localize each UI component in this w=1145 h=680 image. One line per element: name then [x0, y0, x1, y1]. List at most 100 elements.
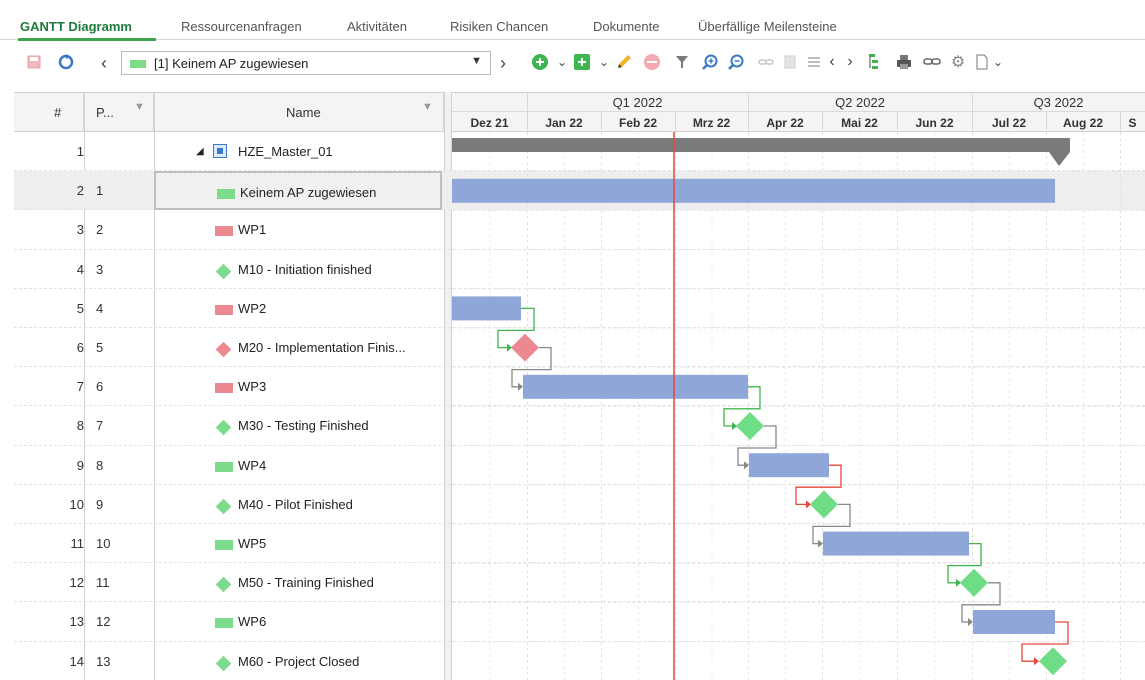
month-divider: [822, 112, 823, 132]
task-bar[interactable]: [973, 610, 1055, 634]
name-cell[interactable]: WP2: [154, 289, 442, 328]
name-cell[interactable]: Keinem AP zugewiesen: [154, 171, 442, 211]
tab-aktivitaeten[interactable]: Aktivitäten: [347, 19, 407, 34]
milestone-green-icon: [215, 655, 232, 671]
month-divider: [1120, 112, 1121, 132]
tab-bar: GANTT Diagramm Ressourcenanfragen Aktivi…: [0, 0, 1145, 41]
name-cell[interactable]: M40 - Pilot Finished: [154, 485, 442, 524]
milestone-green-icon: [215, 576, 232, 593]
summary-end-marker[interactable]: [1049, 152, 1070, 166]
column-header-p[interactable]: P... ▼: [84, 93, 154, 132]
task-name: WP2: [238, 300, 267, 316]
hierarchy-icon[interactable]: [864, 52, 884, 72]
month-label: Apr 22: [766, 116, 804, 130]
zoom-out-icon[interactable]: [726, 52, 746, 72]
task-name: HZE_Master_01: [238, 144, 333, 159]
summary-bar[interactable]: [452, 138, 1070, 152]
milestone-diamond[interactable]: [960, 568, 988, 597]
milestone-diamond[interactable]: [810, 490, 838, 519]
column-header-name[interactable]: Name ▼: [154, 93, 444, 132]
indent-icon[interactable]: [804, 52, 824, 72]
gantt-chart-area[interactable]: [452, 132, 1145, 680]
month-divider: [675, 112, 676, 132]
tab-ueberfaellige-meilensteine[interactable]: Überfällige Meilensteine: [698, 19, 837, 34]
task-bar[interactable]: [523, 374, 748, 399]
link-icon[interactable]: [756, 52, 776, 72]
row-number: 6: [76, 340, 84, 355]
name-cell[interactable]: WP4: [154, 446, 442, 485]
timeline-month-header: Dez 21 Jan 22 Feb 22 Mrz 22 Apr 22 Mai 22 Jun …: [452, 112, 1145, 132]
refresh-icon[interactable]: [56, 52, 76, 72]
task-red-icon: [215, 304, 233, 315]
milestone-diamond[interactable]: [736, 412, 764, 440]
column-header-number[interactable]: #: [14, 93, 84, 132]
add-square-icon[interactable]: [572, 52, 592, 72]
task-bar[interactable]: [452, 296, 521, 321]
name-cell[interactable]: WP3: [154, 367, 442, 406]
task-name: M10 - Initiation finished: [238, 261, 372, 277]
row-number: 12: [69, 575, 84, 591]
name-cell[interactable]: M30 - Testing Finished: [154, 406, 442, 445]
task-name: WP5: [238, 536, 267, 551]
column-header-p-label: P...: [96, 105, 114, 120]
name-cell[interactable]: WP5: [154, 524, 442, 563]
collapse-triangle-icon[interactable]: ◢: [196, 146, 204, 157]
name-cell[interactable]: ◢ HZE_Master_01: [154, 132, 442, 171]
remove-icon[interactable]: [642, 52, 662, 72]
task-name: M40 - Pilot Finished: [238, 496, 353, 512]
next-button[interactable]: ›: [500, 53, 506, 74]
column-header-number-label: #: [54, 105, 62, 120]
add-circle-icon[interactable]: [530, 52, 550, 72]
name-cell[interactable]: WP1: [154, 210, 442, 249]
green-swatch-icon: [130, 60, 146, 68]
task-name: M60 - Project Closed: [238, 653, 360, 669]
name-cell[interactable]: M20 - Implementation Finis...: [154, 328, 442, 367]
task-green-icon: [215, 540, 233, 550]
milestone-diamond[interactable]: [1039, 647, 1067, 676]
task-green-icon: [215, 461, 233, 472]
row-number: 14: [69, 653, 84, 669]
filter-icon[interactable]: [672, 52, 692, 72]
tab-ressourcenanfragen[interactable]: Ressourcenanfragen: [181, 19, 302, 34]
task-bar[interactable]: [452, 178, 1055, 203]
prev-button[interactable]: ‹: [101, 53, 107, 74]
row-number: 10: [69, 496, 84, 512]
work-package-select[interactable]: [1] Keinem AP zugewiesen ▼: [121, 51, 491, 75]
filter-icon[interactable]: ▼: [134, 101, 145, 113]
month-label: Mrz 22: [692, 116, 731, 130]
gear-icon[interactable]: ⚙: [948, 52, 968, 72]
milestone-green-icon: [215, 498, 232, 515]
tab-risiken-chancen[interactable]: Risiken Chancen: [450, 19, 548, 34]
name-cell[interactable]: WP6: [154, 602, 442, 641]
task-bar[interactable]: [749, 453, 829, 478]
page-icon[interactable]: [780, 52, 800, 72]
column-header-name-label: Name: [286, 105, 321, 120]
name-cell[interactable]: M60 - Project Closed: [154, 642, 442, 680]
row-position: 13: [96, 653, 111, 669]
row-number: 4: [76, 261, 84, 277]
add-dropdown-chevron-icon[interactable]: ⌄: [552, 52, 572, 72]
scroll-right-icon[interactable]: ›: [840, 52, 860, 72]
quarter-label: Q2 2022: [835, 95, 885, 110]
month-divider: [601, 112, 602, 132]
name-cell[interactable]: M50 - Training Finished: [154, 563, 442, 602]
milestone-diamond[interactable]: [511, 333, 539, 362]
add-square-dropdown-chevron-icon[interactable]: ⌄: [594, 52, 614, 72]
chain-icon[interactable]: [922, 52, 942, 72]
task-name: M30 - Testing Finished: [238, 418, 369, 434]
print-icon[interactable]: [894, 52, 914, 72]
export-dropdown-chevron-icon[interactable]: ⌄: [988, 52, 1008, 72]
tab-dokumente[interactable]: Dokumente: [593, 19, 659, 34]
filter-icon[interactable]: ▼: [422, 101, 433, 113]
zoom-in-icon[interactable]: [700, 52, 720, 72]
name-cell[interactable]: M10 - Initiation finished: [154, 250, 442, 289]
timeline-quarter-header: Q1 2022 Q2 2022 Q3 2022: [452, 92, 1145, 112]
row-position: 11: [96, 575, 110, 591]
tab-gantt-diagramm[interactable]: GANTT Diagramm: [20, 19, 132, 34]
quarter-label: Q3 2022: [1033, 95, 1084, 110]
scroll-left-icon[interactable]: ‹: [822, 52, 842, 72]
save-icon[interactable]: [24, 52, 44, 72]
row-number: 8: [76, 418, 84, 434]
task-bar[interactable]: [823, 531, 969, 556]
pencil-icon[interactable]: [614, 52, 634, 72]
